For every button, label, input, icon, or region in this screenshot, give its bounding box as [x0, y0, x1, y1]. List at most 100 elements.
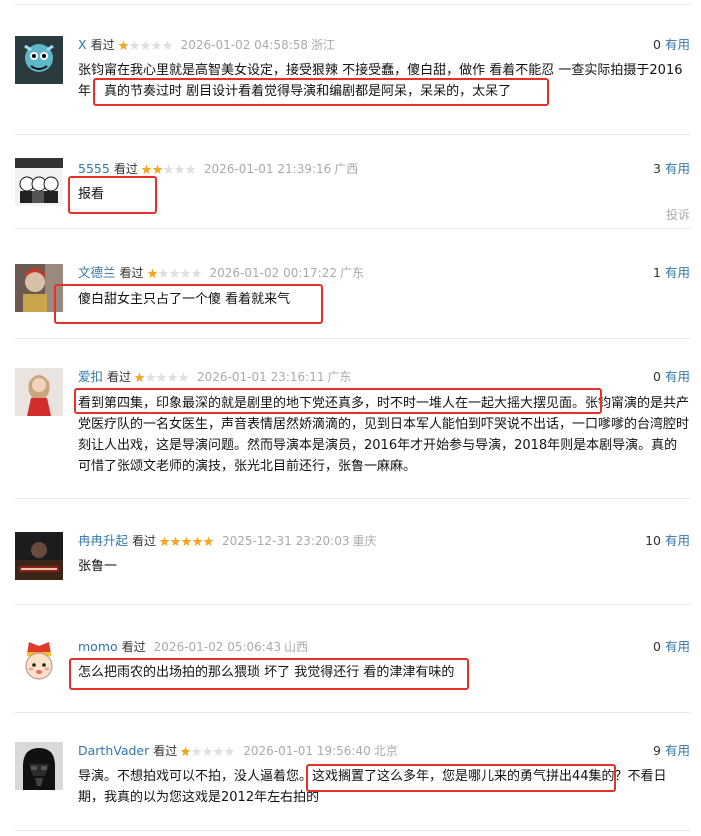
useful-label[interactable]: 有用	[665, 37, 690, 52]
star-filled-icon	[118, 40, 129, 51]
comment-username[interactable]: DarthVader	[78, 743, 149, 758]
watch-status: 看过	[119, 266, 144, 280]
star-empty-icon	[167, 372, 178, 383]
useful-vote[interactable]: 3 有用	[653, 160, 690, 178]
comment-location: 浙江	[311, 38, 336, 52]
star-filled-icon	[192, 536, 203, 547]
star-empty-icon	[129, 40, 140, 51]
comment-item: 5555 看过 2026-01-01 21:39:16 广西 3 有用 报看 投诉	[15, 154, 690, 229]
useful-vote[interactable]: 9 有用	[653, 742, 690, 760]
star-rating	[146, 268, 202, 279]
comment-location: 山西	[284, 640, 309, 654]
comment-username[interactable]: 文德兰	[78, 265, 116, 280]
comment-item: 爱扣 看过 2026-01-01 23:16:11 广东 0 有用 看到第四集，印象最深…	[15, 362, 690, 499]
comment-item: X 看过 2026-01-02 04:58:58 浙江 0 有用 张钧甯在我心里就是高智…	[15, 30, 690, 135]
star-empty-icon	[145, 372, 156, 383]
useful-vote[interactable]: 1 有用	[653, 264, 690, 282]
star-filled-icon	[181, 536, 192, 547]
comment-time: 2026-01-01 19:56:40	[243, 744, 371, 758]
comment-time: 2025-12-31 23:20:03	[222, 534, 350, 548]
star-empty-icon	[213, 746, 224, 757]
useful-label[interactable]: 有用	[665, 161, 690, 176]
report-link[interactable]: 投诉	[666, 206, 690, 223]
comment-time: 2026-01-02 05:06:43	[153, 640, 282, 654]
star-filled-icon	[170, 536, 181, 547]
highlight-box	[306, 764, 616, 792]
comment-meta: 文德兰 看过 2026-01-02 00:17:22 广东	[78, 264, 364, 282]
star-empty-icon	[190, 268, 202, 279]
star-rating	[159, 536, 214, 547]
star-empty-icon	[162, 40, 173, 51]
vote-count: 3	[653, 161, 661, 176]
useful-label[interactable]: 有用	[665, 743, 690, 758]
comment-username[interactable]: X	[78, 37, 87, 52]
star-empty-icon	[151, 40, 162, 51]
top-divider	[15, 4, 690, 5]
highlight-box	[74, 388, 602, 414]
comment-username[interactable]: 爱扣	[78, 369, 103, 384]
comment-location: 广东	[339, 266, 364, 280]
avatar[interactable]	[15, 742, 63, 790]
star-empty-icon	[140, 40, 151, 51]
comment-time: 2026-01-02 04:58:58	[180, 38, 309, 52]
avatar[interactable]	[15, 368, 63, 416]
comment-username[interactable]: 冉冉升起	[78, 533, 128, 548]
comment-location: 广西	[334, 162, 359, 176]
star-empty-icon	[202, 746, 213, 757]
star-rating	[141, 164, 196, 175]
avatar[interactable]	[15, 532, 63, 580]
star-filled-icon	[180, 746, 191, 757]
comment-meta: DarthVader 看过 2026-01-01 19:56:40 北京	[78, 742, 398, 760]
star-filled-icon	[146, 268, 158, 279]
comment-location: 广东	[327, 370, 352, 384]
watch-status: 看过	[121, 640, 146, 654]
star-empty-icon	[157, 268, 169, 279]
useful-vote[interactable]: 0 有用	[653, 36, 690, 54]
star-empty-icon	[163, 164, 174, 175]
comment-meta: momo 看过 2026-01-02 05:06:43 山西	[78, 638, 308, 656]
useful-vote[interactable]: 10 有用	[645, 532, 690, 550]
comment-meta: 爱扣 看过 2026-01-01 23:16:11 广东	[78, 368, 352, 386]
comment-item: DarthVader 看过 2026-01-01 19:56:40 北京 9 有用 导演…	[15, 736, 690, 831]
useful-vote[interactable]: 0 有用	[653, 368, 690, 386]
watch-status: 看过	[90, 38, 115, 52]
vote-count: 0	[653, 639, 661, 654]
comment-username[interactable]: momo	[78, 639, 118, 654]
star-filled-icon	[141, 164, 152, 175]
star-filled-icon	[159, 536, 170, 547]
comment-text: 报看	[78, 187, 105, 202]
highlight-box	[54, 284, 323, 324]
highlight-box	[68, 176, 157, 214]
comment-username[interactable]: 5555	[78, 161, 110, 176]
useful-label[interactable]: 有用	[665, 369, 690, 384]
comment-meta: 冉冉升起 看过 2025-12-31 23:20:03 重庆	[78, 532, 377, 550]
vote-count: 0	[653, 369, 661, 384]
avatar[interactable]	[15, 636, 63, 684]
star-empty-icon	[179, 268, 191, 279]
useful-vote[interactable]: 0 有用	[653, 638, 690, 656]
vote-count: 10	[645, 533, 661, 548]
watch-status: 看过	[107, 370, 132, 384]
star-empty-icon	[156, 372, 167, 383]
comment-time: 2026-01-01 21:39:16	[203, 162, 332, 176]
star-empty-icon	[168, 268, 180, 279]
watch-status: 看过	[113, 162, 138, 176]
star-filled-icon	[152, 164, 163, 175]
star-rating	[134, 372, 189, 383]
star-empty-icon	[174, 164, 185, 175]
avatar[interactable]	[15, 36, 63, 84]
comment-time: 2026-01-02 00:17:22	[209, 266, 337, 280]
avatar[interactable]	[15, 158, 63, 206]
comment-item: 冉冉升起 看过 2025-12-31 23:20:03 重庆 10 有用 张鲁一	[15, 526, 690, 605]
highlight-box	[69, 658, 469, 690]
star-rating	[118, 40, 173, 51]
useful-label[interactable]: 有用	[665, 533, 690, 548]
comment-time: 2026-01-01 23:16:11	[197, 370, 325, 384]
star-empty-icon	[178, 372, 189, 383]
comment-meta: X 看过 2026-01-02 04:58:58 浙江	[78, 36, 335, 54]
watch-status: 看过	[132, 534, 157, 548]
useful-label[interactable]: 有用	[665, 639, 690, 654]
comment-item: momo 看过 2026-01-02 05:06:43 山西 0 有用 怎么把雨农的出场…	[15, 632, 690, 713]
useful-label[interactable]: 有用	[665, 265, 690, 280]
star-empty-icon	[224, 746, 235, 757]
